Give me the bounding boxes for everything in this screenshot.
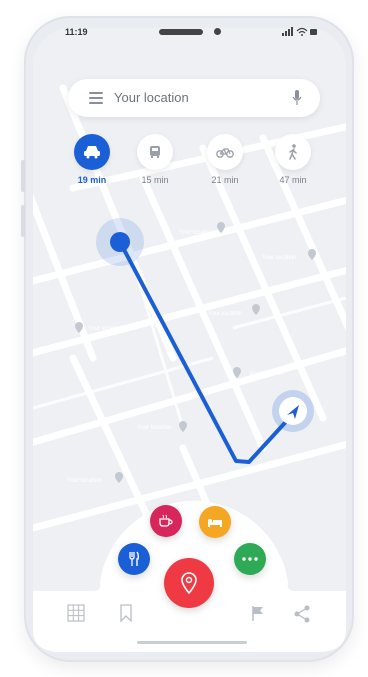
share-icon[interactable]	[293, 605, 311, 623]
coffee-icon	[159, 514, 173, 527]
cafe-button[interactable]	[150, 505, 182, 537]
flag-icon[interactable]	[251, 605, 265, 622]
more-button[interactable]	[234, 543, 266, 575]
bookmark-icon[interactable]	[119, 604, 133, 622]
grid-icon[interactable]	[67, 604, 85, 622]
main-location-button[interactable]	[164, 558, 214, 608]
more-icon	[242, 557, 258, 561]
hotel-button[interactable]	[199, 506, 231, 538]
home-indicator[interactable]	[137, 641, 247, 644]
fork-knife-icon	[129, 551, 140, 566]
restaurant-button[interactable]	[118, 543, 150, 575]
bed-icon	[208, 519, 222, 527]
location-pin-icon	[181, 572, 197, 594]
